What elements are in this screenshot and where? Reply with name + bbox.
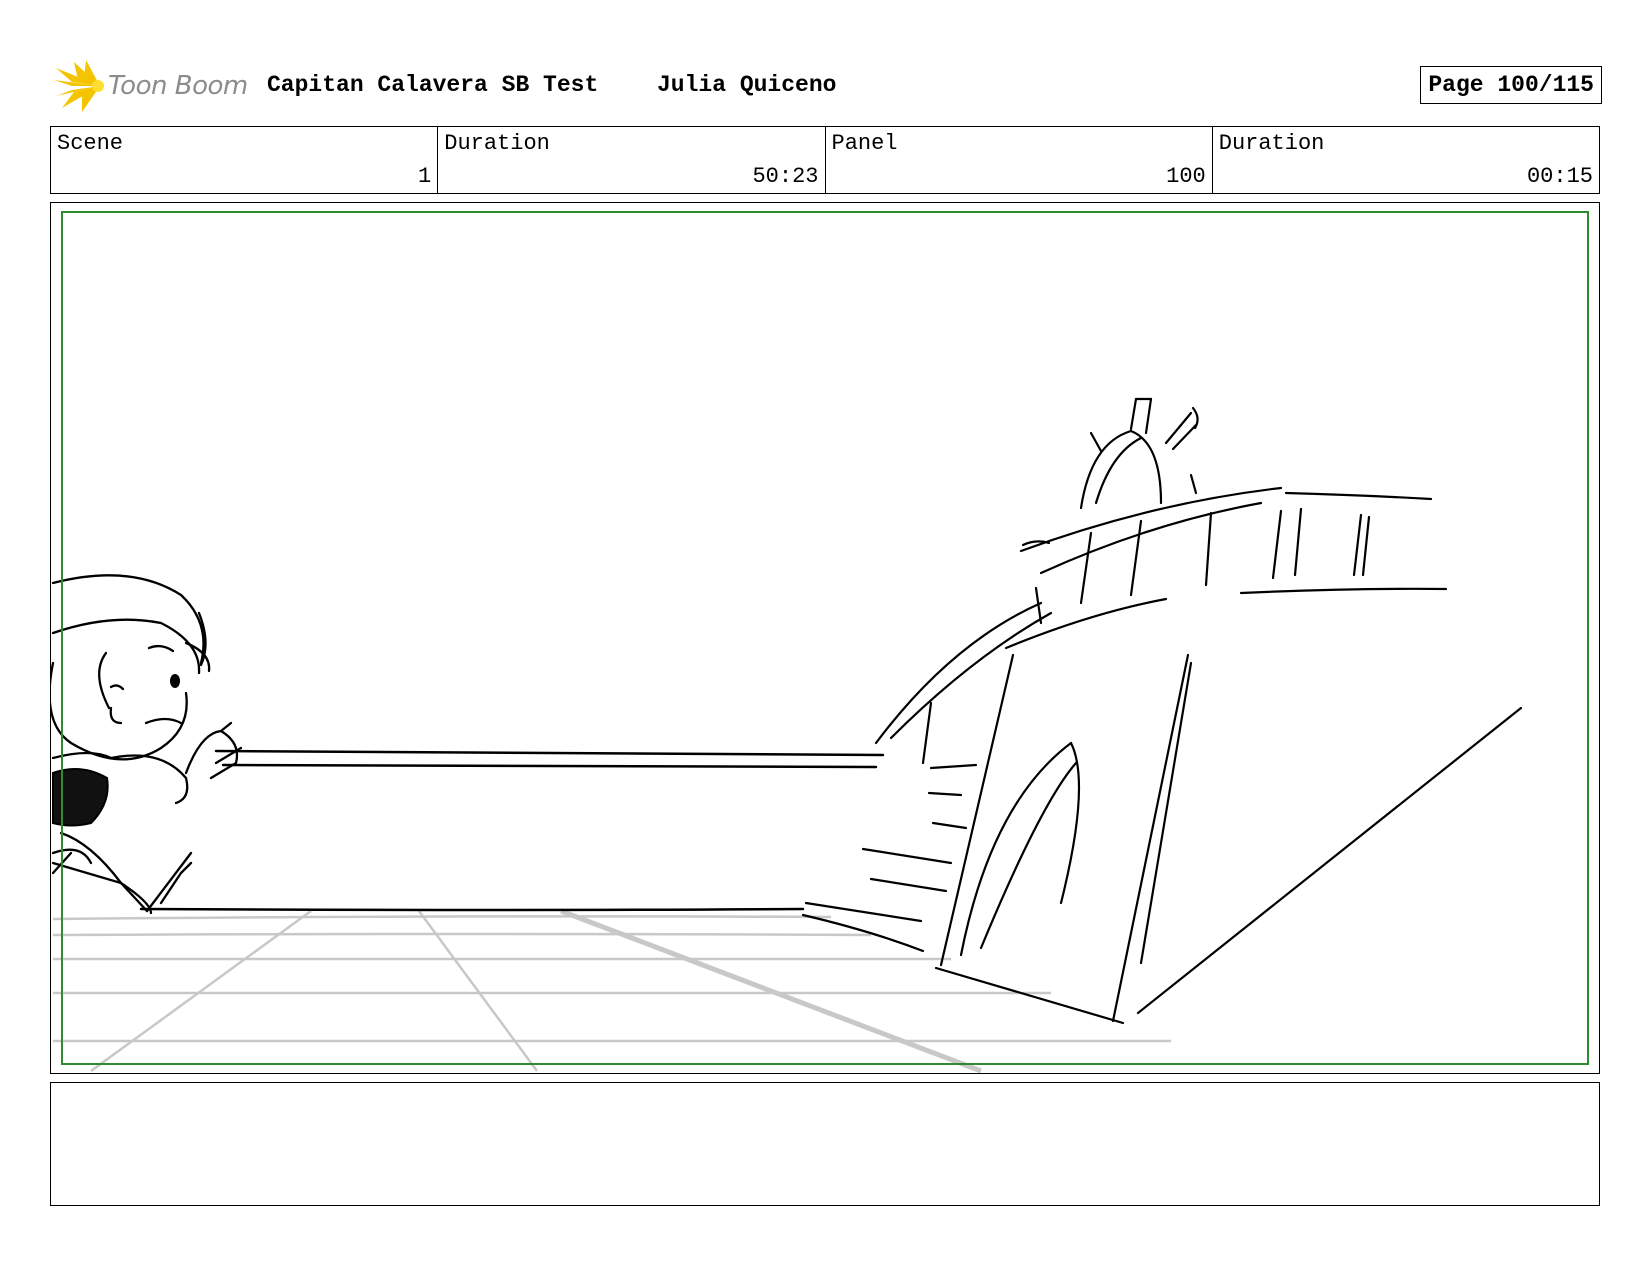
character-sketch <box>51 574 243 915</box>
toon-boom-logo: Toon Boom <box>52 60 252 112</box>
scene-cell: Scene 1 <box>51 127 439 193</box>
scene-info-table: Scene 1 Duration 50:23 Panel 100 Duratio… <box>50 126 1600 194</box>
scene-duration-cell: Duration 50:23 <box>438 127 826 193</box>
burst-icon <box>54 60 104 112</box>
character-shirt <box>52 768 109 827</box>
scene-label: Scene <box>57 131 124 156</box>
panel-sketch <box>51 397 1523 1073</box>
floor-grid <box>52 908 1171 1073</box>
author-name: Julia Quiceno <box>657 72 837 98</box>
scene-duration-label: Duration <box>444 131 550 156</box>
storyboard-panel <box>50 202 1600 1074</box>
panel-label: Panel <box>831 131 898 156</box>
project-title: Capitan Calavera SB Test <box>267 72 599 98</box>
panel-duration-value: 00:15 <box>1526 164 1593 189</box>
page-indicator: Page 100/115 <box>1420 66 1602 104</box>
panel-cell: Panel 100 <box>826 127 1213 193</box>
panel-duration-label: Duration <box>1218 131 1325 156</box>
panel-duration-cell: Duration 00:15 <box>1213 127 1599 193</box>
logo-text: Toon Boom <box>108 71 248 101</box>
scene-value: 1 <box>418 164 432 189</box>
panel-value: 100 <box>1166 164 1206 189</box>
scene-duration-value: 50:23 <box>752 164 819 189</box>
deck-lines <box>139 749 885 912</box>
panel-notes[interactable] <box>50 1082 1600 1206</box>
ship-sketch <box>801 397 1523 1025</box>
character-eye <box>170 674 180 688</box>
storyboard-header: Toon Boom Capitan Calavera SB Test Julia… <box>52 56 1602 112</box>
